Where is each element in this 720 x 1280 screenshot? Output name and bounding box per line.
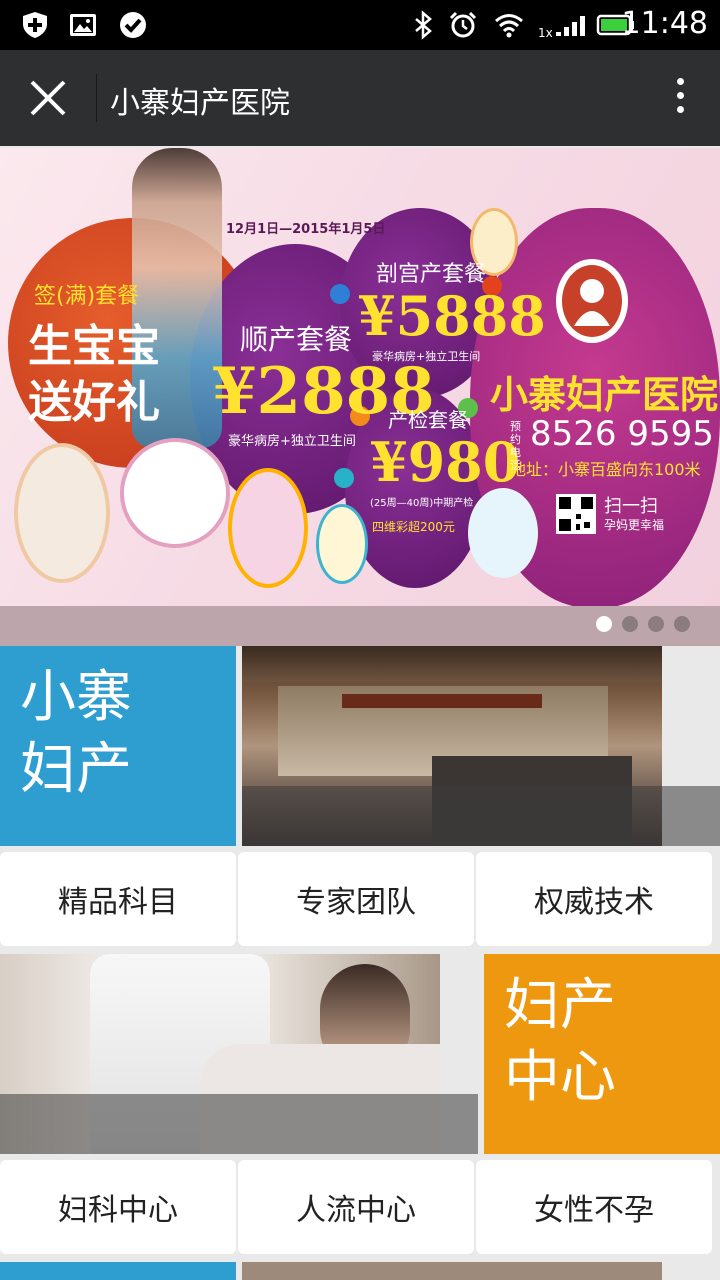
tile-title-line1: 妇产 <box>504 973 616 1038</box>
tile-maternity-center[interactable]: 妇产 中心 <box>484 954 720 1154</box>
signal-type-label: 1x <box>538 26 553 40</box>
natural-package-label: 顺产套餐 <box>240 323 353 356</box>
tile-title-line2: 中心 <box>504 1045 616 1110</box>
page-title: 小寨妇产医院 <box>110 86 290 121</box>
button-female-infertility[interactable]: 女性不孕 <box>476 1160 712 1254</box>
next-tile-peek <box>0 1262 236 1280</box>
banner-phone-number: 8526 9595 <box>530 414 714 454</box>
next-photo-peek <box>242 1262 662 1280</box>
banner-scan-text: 扫一扫 <box>604 496 658 517</box>
image-icon <box>70 14 96 36</box>
status-bar: 1x 11:48 <box>0 0 720 50</box>
photo-caption-overlay <box>0 1094 478 1154</box>
deco-dot-blue <box>330 284 350 304</box>
tile-title: 小寨 妇产 <box>20 662 132 806</box>
close-icon[interactable] <box>20 70 76 126</box>
check-circle-icon <box>120 12 146 38</box>
baby-carrier-image <box>14 443 110 583</box>
pager-dot[interactable] <box>648 616 664 632</box>
bluetooth-icon <box>415 10 432 40</box>
bottle-image <box>468 488 538 578</box>
clock-time: 11:48 <box>621 6 708 41</box>
checkup-package-price: ¥980 <box>370 430 521 494</box>
button-premium-departments[interactable]: 精品科目 <box>0 852 236 946</box>
tile-title-line1: 小寨 <box>20 665 132 730</box>
checkup-package-extra: 四维彩超200元 <box>372 520 455 534</box>
pager-dot[interactable] <box>622 616 638 632</box>
qr-code-icon <box>556 494 596 534</box>
pager-dot[interactable] <box>596 616 612 632</box>
banner-pager-strip <box>0 606 720 646</box>
baby-bag-image <box>228 468 308 588</box>
more-vertical-icon[interactable] <box>668 72 692 126</box>
banner-left-promo-1: 签(满)套餐 <box>34 284 140 309</box>
banner-address: 地址：小寨百盛向东100米 <box>510 460 701 479</box>
banner-pager[interactable] <box>596 616 690 632</box>
csection-package-note: 豪华病房+独立卫生间 <box>372 350 481 363</box>
checkup-package-label: 产检套餐 <box>388 408 468 432</box>
deco-dot-cyan <box>334 468 354 488</box>
tile-title: 妇产 中心 <box>504 970 616 1114</box>
hospital-logo <box>556 259 628 343</box>
baby-goods-image <box>120 438 230 548</box>
banner-scan-subtext: 孕妈更幸福 <box>604 518 665 532</box>
wifi-icon <box>495 14 523 38</box>
button-expert-team[interactable]: 专家团队 <box>238 852 474 946</box>
checkup-package-note: (25周—40周)中期产检 <box>370 498 474 509</box>
button-gynecology-center[interactable]: 妇科中心 <box>0 1160 236 1254</box>
tile-title-line2: 妇产 <box>20 737 132 802</box>
shield-plus-icon <box>23 12 47 38</box>
button-authoritative-technology[interactable]: 权威技术 <box>476 852 712 946</box>
button-abortion-center[interactable]: 人流中心 <box>238 1160 474 1254</box>
natural-package-note: 豪华病房+独立卫生间 <box>228 434 356 449</box>
banner-date-range: 12月1日—2015年1月5日 <box>226 222 386 237</box>
photo-caption-overlay <box>242 786 720 846</box>
signal-icon <box>556 16 585 36</box>
pager-dot[interactable] <box>674 616 690 632</box>
banner-left-promo-2: 生宝宝 <box>28 321 160 372</box>
lobby-led-sign <box>342 694 542 708</box>
tile-xiaozhai-maternity[interactable]: 小寨 妇产 <box>0 646 236 846</box>
csection-package-price: ¥5888 <box>358 284 546 348</box>
title-bar: 小寨妇产医院 <box>0 50 720 146</box>
lobby-ceiling <box>242 646 662 682</box>
banner-left-promo-3: 送好礼 <box>28 377 160 428</box>
food-image <box>316 504 368 584</box>
title-divider <box>96 74 97 122</box>
alarm-icon <box>449 11 477 38</box>
banner-hospital-name: 小寨妇产医院 <box>490 373 719 417</box>
promo-banner[interactable]: 12月1日—2015年1月5日 签(满)套餐 生宝宝 送好礼 顺产套餐 ¥288… <box>0 148 720 606</box>
